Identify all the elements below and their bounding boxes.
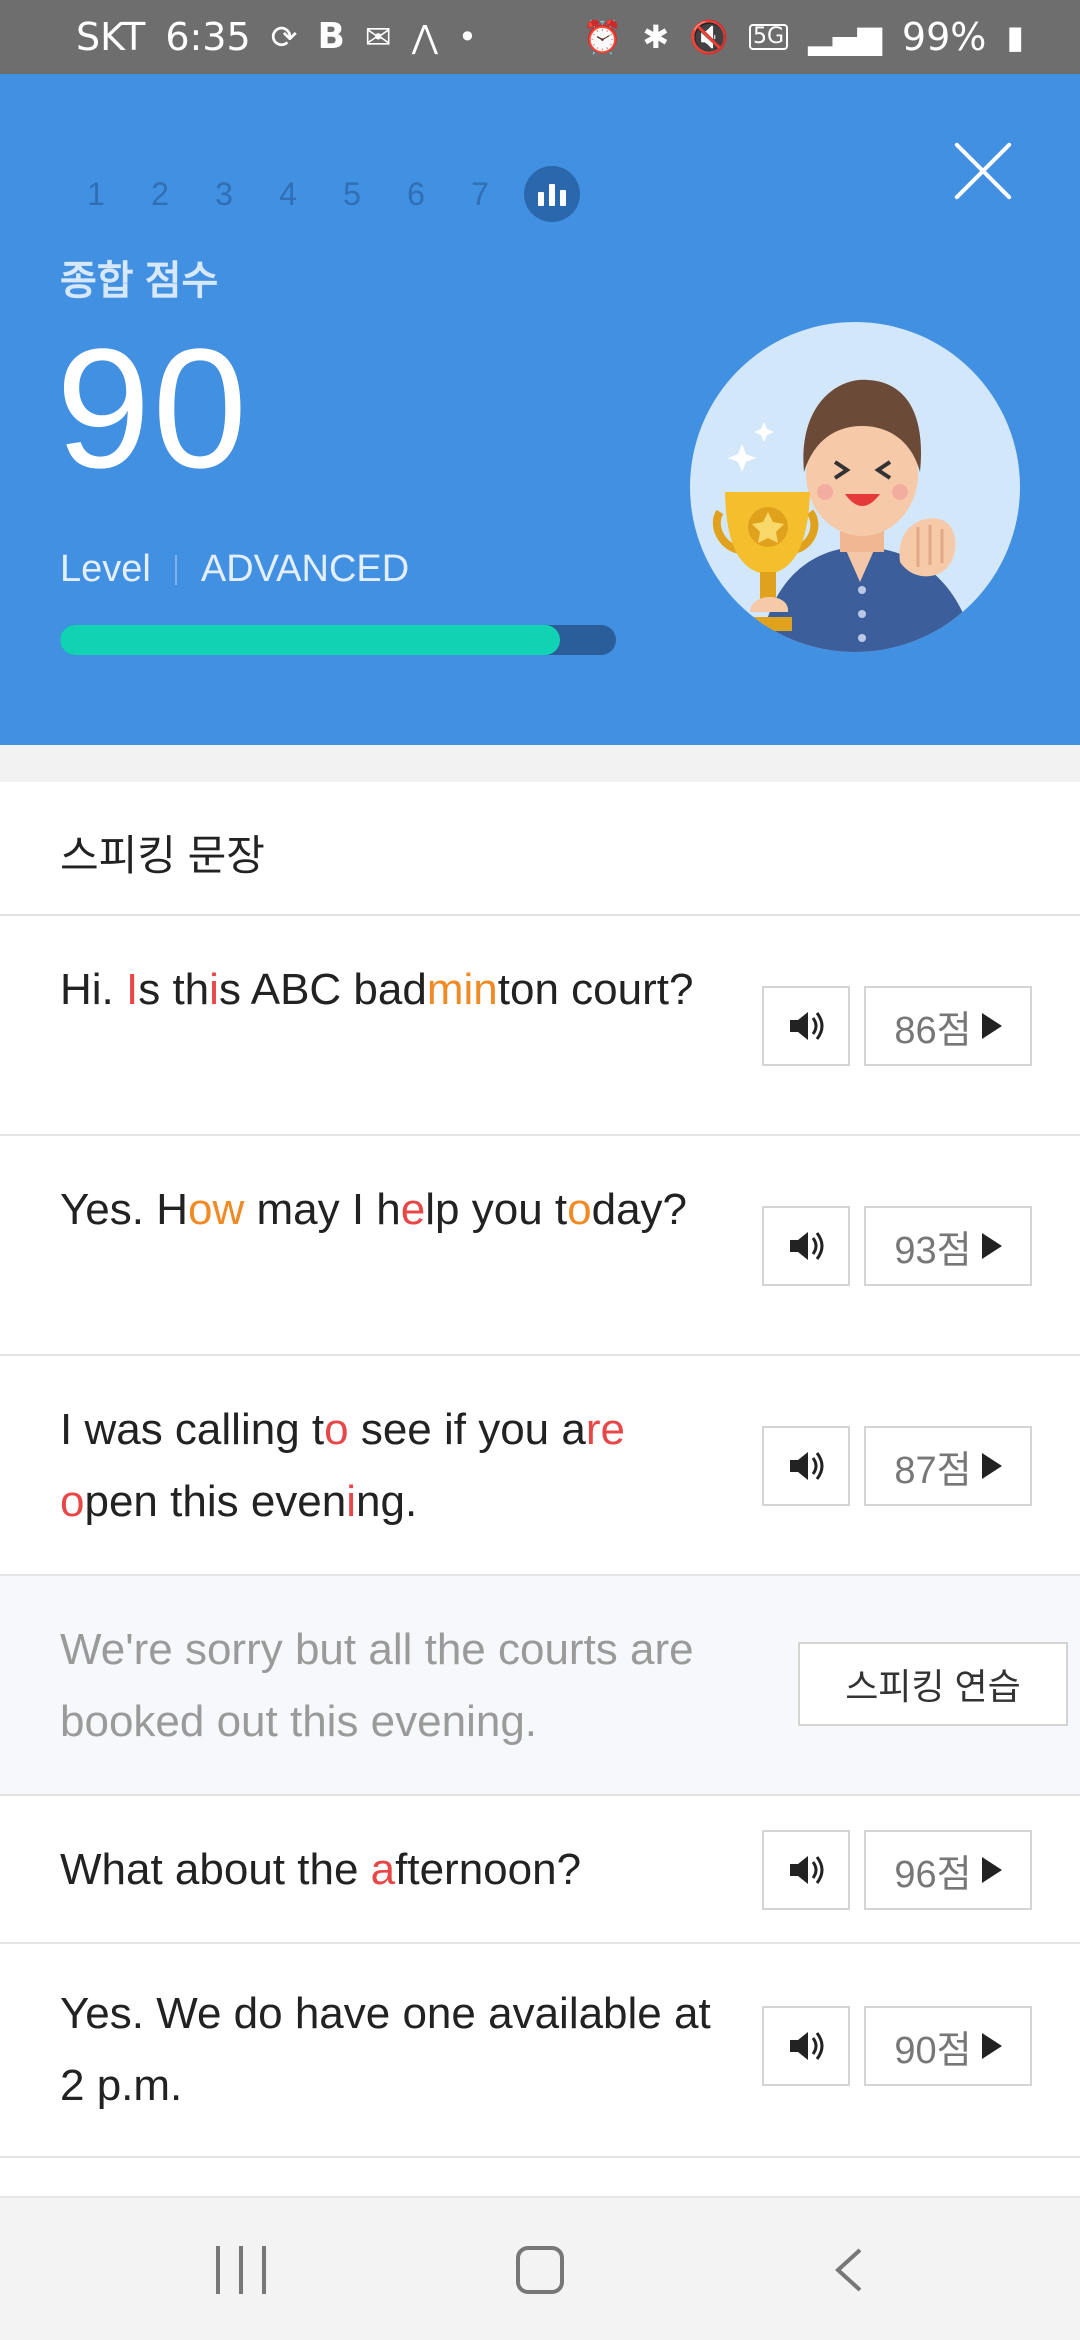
play-audio-button[interactable] <box>762 1830 850 1910</box>
sentence-text: Yes. We do have one available at 2 p.m. <box>60 1989 711 2110</box>
play-triangle-icon <box>981 1453 1002 1479</box>
close-button[interactable] <box>950 138 1016 204</box>
gmail-icon: ✉ <box>364 18 392 56</box>
step-6[interactable]: 6 <box>384 176 448 213</box>
sentence-row: Yes. We do have one available at 2 p.m. … <box>0 1944 1080 2158</box>
result-header: 1 2 3 4 5 6 7 종합 점수 90 Level ADVANCED <box>0 74 1080 745</box>
step-5[interactable]: 5 <box>320 176 384 213</box>
sentence-row-partner: We're sorry but all the courts are booke… <box>0 1576 1080 1796</box>
recent-apps-icon[interactable] <box>216 2246 266 2294</box>
trophy-character-illustration <box>690 322 1020 652</box>
total-score-value: 90 <box>56 314 250 504</box>
mute-icon: 🔇 <box>689 18 730 56</box>
status-bar: SKT 6:35 ⟳ B ✉ ⋀ • ⏰ ✱ 🔇 5G ▂▄▆ 99% ▮ <box>0 0 1080 74</box>
b-app-icon: B <box>317 16 345 57</box>
speaker-icon <box>790 1856 824 1884</box>
carrier-text: SKT <box>76 15 146 59</box>
play-triangle-icon <box>981 1013 1002 1039</box>
clock-text: 6:35 <box>165 15 251 59</box>
result-chart-icon[interactable] <box>524 166 580 222</box>
play-triangle-icon <box>981 1233 1002 1259</box>
sentence-text: Hi. Is this ABC badminton court? <box>60 965 694 1014</box>
signal-icon: ▂▄▆ <box>808 18 882 56</box>
play-audio-button[interactable] <box>762 2006 850 2086</box>
play-triangle-icon <box>981 2033 1002 2059</box>
step-2[interactable]: 2 <box>128 176 192 213</box>
sentence-text: What about the afternoon? <box>60 1845 582 1894</box>
sentence-text: Yes. How may I help you today? <box>60 1185 688 1234</box>
sentence-score-button[interactable]: 90점 <box>864 2006 1032 2086</box>
bluetooth-icon: ✱ <box>642 18 670 56</box>
sentence-row: Hi. Is this ABC badminton court? 86점 <box>0 916 1080 1136</box>
sentence-text: I was calling to see if you are open thi… <box>60 1405 625 1526</box>
home-icon[interactable] <box>516 2246 564 2294</box>
play-audio-button[interactable] <box>762 1206 850 1286</box>
level-value: ADVANCED <box>200 548 410 590</box>
sentence-row-partial <box>0 2158 1080 2196</box>
sentence-text: We're sorry but all the courts are booke… <box>60 1625 694 1746</box>
sentence-score-button[interactable]: 93점 <box>864 1206 1032 1286</box>
alarm-icon: ⏰ <box>582 18 623 56</box>
step-indicator: 1 2 3 4 5 6 7 <box>64 166 580 222</box>
sentence-score: 90점 <box>894 2029 972 2072</box>
speaking-sentences-header: 스피킹 문장 <box>0 782 1080 916</box>
sentence-score: 93점 <box>894 1229 972 1272</box>
play-audio-button[interactable] <box>762 986 850 1066</box>
back-icon[interactable] <box>826 2246 874 2294</box>
more-notifications-dot-icon: • <box>457 18 477 56</box>
level-progress-fill <box>60 625 561 655</box>
sentence-score-button[interactable]: 86점 <box>864 986 1032 1066</box>
battery-icon: ▮ <box>1006 18 1024 56</box>
level-row: Level ADVANCED <box>60 548 409 591</box>
section-title: 스피킹 문장 <box>60 832 265 879</box>
step-1[interactable]: 1 <box>64 176 128 213</box>
sync-icon: ⟳ <box>270 18 298 56</box>
speaker-icon <box>790 1012 824 1040</box>
speaker-icon <box>790 1232 824 1260</box>
total-score-label: 종합 점수 <box>60 259 219 303</box>
sentence-score-button[interactable]: 87점 <box>864 1426 1032 1506</box>
step-3[interactable]: 3 <box>192 176 256 213</box>
sentence-row: Yes. How may I help you today? 93점 <box>0 1136 1080 1356</box>
level-label: Level <box>60 548 151 590</box>
play-triangle-icon <box>981 1857 1002 1883</box>
speaker-icon <box>790 1452 824 1480</box>
battery-percent: 99% <box>901 15 987 59</box>
play-audio-button[interactable] <box>762 1426 850 1506</box>
sentence-row: I was calling to see if you are open thi… <box>0 1356 1080 1576</box>
step-7[interactable]: 7 <box>448 176 512 213</box>
speaker-icon <box>790 2032 824 2060</box>
sentence-score: 87점 <box>894 1449 972 1492</box>
strava-icon: ⋀ <box>411 18 438 56</box>
sentence-score: 96점 <box>894 1853 972 1896</box>
speaking-practice-button[interactable]: 스피킹 연습 <box>798 1642 1068 1726</box>
sentence-row: What about the afternoon? 96점 <box>0 1796 1080 1944</box>
sentence-score: 86점 <box>894 1009 972 1052</box>
sentence-score-button[interactable]: 96점 <box>864 1830 1032 1910</box>
network-5g-icon: 5G <box>749 24 789 50</box>
step-4[interactable]: 4 <box>256 176 320 213</box>
level-divider <box>174 554 177 585</box>
system-navigation-bar <box>0 2196 1080 2340</box>
level-progress-bar <box>60 625 616 655</box>
